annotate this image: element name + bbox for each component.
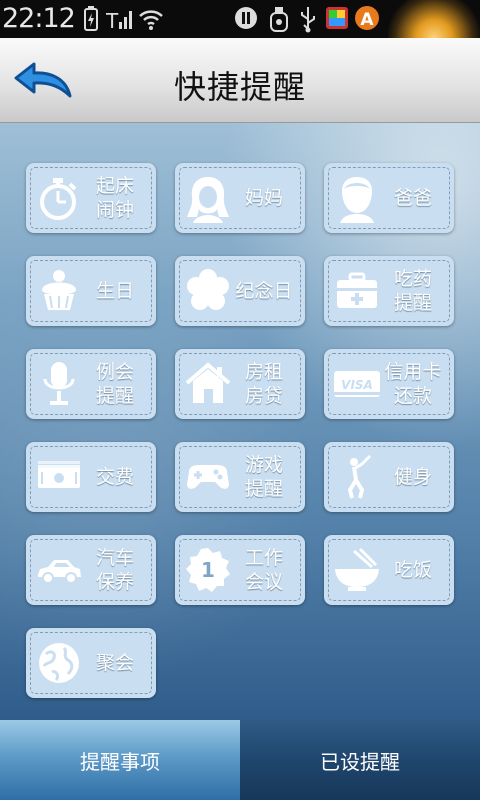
microphone-icon — [43, 362, 75, 405]
tile-label: 聚会 — [95, 652, 134, 674]
tile-label: 交费 — [95, 466, 134, 488]
tile-game[interactable]: 游戏 提醒 — [175, 442, 305, 512]
tile-label: 工作 会议 — [244, 547, 283, 593]
notification-glow — [388, 0, 480, 38]
tile-birthday[interactable]: 生日 — [26, 256, 156, 326]
tile-rent[interactable]: 房租 房贷 — [175, 349, 305, 419]
a-app-icon: A — [354, 5, 380, 35]
tile-label: 信用卡 还款 — [384, 361, 442, 407]
app-notification-icon — [325, 5, 349, 35]
tile-dad[interactable]: 爸爸 — [324, 163, 454, 233]
car-icon — [38, 560, 81, 584]
tile-work[interactable]: 1 工作 会议 — [175, 535, 305, 605]
reminder-grid: 起床 闹钟 妈妈 爸爸 生日 纪念日 吃药 提醒 例会 提醒 房租 房贷 VIS… — [0, 123, 480, 720]
tile-label: 起床 闹钟 — [95, 175, 134, 221]
tile-car[interactable]: 汽车 保养 — [26, 535, 156, 605]
svg-text:T: T — [106, 9, 119, 32]
usb-icon — [298, 5, 318, 37]
title-bar: 快捷提醒 — [0, 38, 480, 123]
page-title: 快捷提醒 — [173, 68, 306, 106]
medkit-icon — [337, 272, 377, 308]
house-icon — [185, 362, 231, 403]
svg-text:A: A — [360, 10, 374, 30]
stopwatch-icon — [40, 178, 77, 220]
flower-icon — [187, 269, 229, 310]
tile-label: 房租 房贷 — [244, 361, 283, 407]
usb-debug-icon — [268, 5, 290, 37]
tile-credit-card[interactable]: VISA 信用卡 还款 — [324, 349, 454, 419]
wifi-icon — [138, 6, 164, 36]
tab-set-reminders[interactable]: 已设提醒 — [240, 720, 480, 800]
tab-reminders[interactable]: 提醒事项 — [0, 720, 241, 800]
tile-label: 生日 — [95, 280, 134, 302]
tile-label: 吃饭 — [393, 559, 432, 581]
tile-label: 妈妈 — [244, 187, 283, 209]
status-time: 22:12 — [2, 3, 76, 34]
gamepad-icon — [187, 465, 229, 489]
tile-party[interactable]: 聚会 — [26, 628, 156, 698]
badge-number: 1 — [201, 558, 215, 582]
visa-logo-text: VISA — [341, 378, 373, 392]
man-icon — [340, 177, 374, 223]
tile-fitness[interactable]: 健身 — [324, 442, 454, 512]
globe-icon — [39, 643, 79, 683]
tile-label: 爸爸 — [393, 187, 432, 209]
credit-card-icon: VISA — [334, 371, 380, 397]
pause-icon — [233, 5, 259, 35]
golfer-icon — [347, 454, 372, 499]
bottom-tab-bar: 提醒事项 已设提醒 — [0, 720, 480, 800]
tile-bills[interactable]: 交费 — [26, 442, 156, 512]
tile-label: 吃药 提醒 — [393, 268, 432, 314]
tile-meeting[interactable]: 例会 提醒 — [26, 349, 156, 419]
bowl-icon — [335, 547, 379, 591]
cake-icon — [42, 270, 76, 310]
tile-alarm[interactable]: 起床 闹钟 — [26, 163, 156, 233]
tile-mom[interactable]: 妈妈 — [175, 163, 305, 233]
money-icon — [38, 461, 80, 488]
tile-medicine[interactable]: 吃药 提醒 — [324, 256, 454, 326]
status-bar: 22:12 T A — [0, 0, 480, 38]
tab-label: 提醒事项 — [80, 749, 160, 774]
tile-label: 汽车 保养 — [95, 547, 134, 593]
tile-label: 例会 提醒 — [95, 361, 134, 407]
tile-label: 纪念日 — [235, 280, 293, 302]
tab-label: 已设提醒 — [320, 749, 400, 774]
badge-one-icon: 1 — [186, 548, 230, 592]
tile-eat[interactable]: 吃饭 — [324, 535, 454, 605]
woman-icon — [187, 177, 229, 223]
tile-label: 游戏 提醒 — [244, 454, 283, 500]
tile-label: 健身 — [393, 466, 432, 488]
battery-icon — [82, 6, 100, 36]
tile-anniversary[interactable]: 纪念日 — [175, 256, 305, 326]
signal-icon: T — [105, 6, 132, 36]
